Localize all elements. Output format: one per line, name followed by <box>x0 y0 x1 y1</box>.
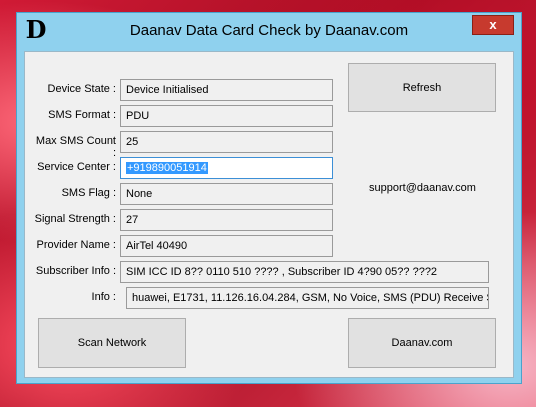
device-state-label: Device State : <box>47 83 116 95</box>
sms-format-label: SMS Format : <box>48 109 116 121</box>
sms-flag-label: SMS Flag : <box>61 187 116 199</box>
info-field: huawei, E1731, 11.126.16.04.284, GSM, No… <box>126 287 489 309</box>
close-button[interactable]: x <box>472 15 514 35</box>
subscriber-info-label: Subscriber Info : <box>35 265 116 277</box>
device-state-field: Device Initialised <box>120 79 333 101</box>
daanav-com-button[interactable]: Daanav.com <box>348 318 496 368</box>
refresh-button[interactable]: Refresh <box>348 63 496 112</box>
service-center-input[interactable]: +919890051914 <box>120 157 333 179</box>
window-title: Daanav Data Card Check by Daanav.com <box>129 22 409 39</box>
sms-flag-field: None <box>120 183 333 205</box>
provider-name-field: AirTel 40490 <box>120 235 333 257</box>
app-window: D Daanav Data Card Check by Daanav.com x… <box>16 12 522 384</box>
sms-format-field: PDU <box>120 105 333 127</box>
signal-strength-field: 27 <box>120 209 333 231</box>
info-label: Info : <box>91 291 116 303</box>
provider-name-label: Provider Name : <box>36 239 116 251</box>
client-area: Device State : Device Initialised SMS Fo… <box>24 51 514 378</box>
signal-strength-label: Signal Strength : <box>34 213 116 225</box>
support-email: support@daanav.com <box>369 182 476 194</box>
service-center-label: Service Center : <box>37 161 116 173</box>
service-center-value: +919890051914 <box>126 162 208 174</box>
max-sms-count-label: Max SMS Count : <box>35 135 116 159</box>
subscriber-info-field: SIM ICC ID 8?? 0110 510 ???? , Subscribe… <box>120 261 489 283</box>
max-sms-count-field: 25 <box>120 131 333 153</box>
title-bar[interactable]: D Daanav Data Card Check by Daanav.com x <box>17 13 521 49</box>
scan-network-button[interactable]: Scan Network <box>38 318 186 368</box>
